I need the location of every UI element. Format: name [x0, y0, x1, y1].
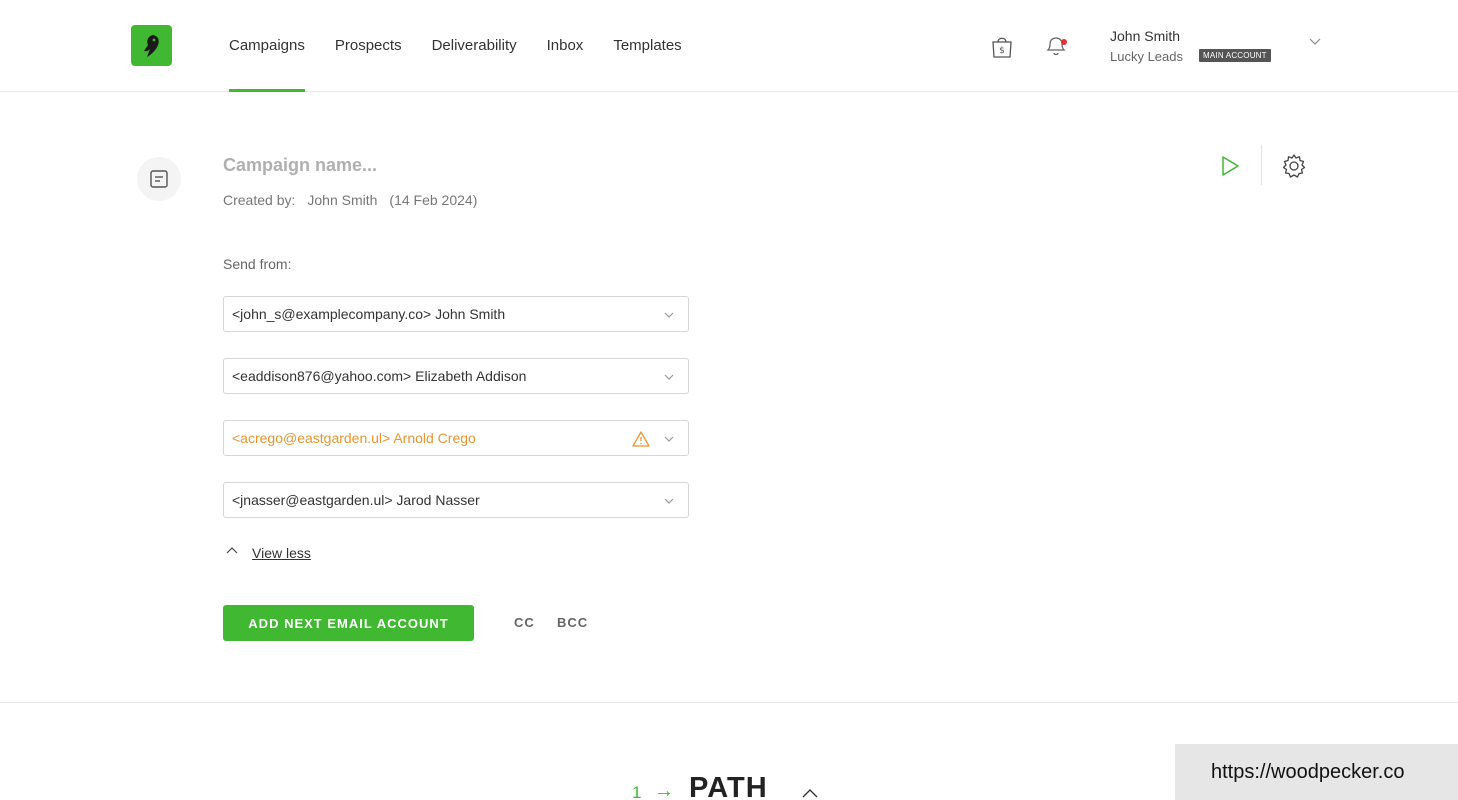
nav-deliverability[interactable]: Deliverability [432, 0, 517, 92]
chevron-down-icon [662, 432, 676, 446]
bcc-button[interactable]: BCC [557, 615, 588, 630]
created-by-label: Created by: [223, 192, 296, 208]
path-arrow: → [654, 780, 674, 800]
view-less-label: View less [252, 544, 311, 561]
bell-icon[interactable] [1043, 33, 1069, 59]
nav-campaigns[interactable]: Campaigns [229, 0, 305, 92]
svg-text:$: $ [999, 46, 1005, 56]
sender-select-2[interactable]: <eaddison876@yahoo.com> Elizabeth Addiso… [223, 358, 689, 394]
nav-prospects[interactable]: Prospects [335, 0, 402, 92]
chevron-up-icon [224, 543, 240, 562]
main-nav: Campaigns Prospects Deliverability Inbox… [229, 0, 712, 92]
created-by-info: Created by: John Smith (14 Feb 2024) [223, 192, 477, 208]
created-date: (14 Feb 2024) [389, 192, 478, 208]
cc-button[interactable]: CC [514, 615, 535, 630]
top-header: Campaigns Prospects Deliverability Inbox… [0, 0, 1458, 92]
path-step-number: 1 [632, 783, 642, 800]
user-name[interactable]: John Smith [1110, 28, 1180, 44]
send-from-label: Send from: [223, 256, 292, 272]
add-next-email-account-button[interactable]: ADD NEXT EMAIL ACCOUNT [223, 605, 474, 641]
chevron-down-icon [662, 370, 676, 384]
url-overlay: https://woodpecker.co [1175, 744, 1458, 800]
view-less-link[interactable]: View less [224, 543, 311, 562]
created-by-name: John Smith [307, 192, 378, 208]
chevron-down-icon [662, 308, 676, 322]
toolbar-divider [1261, 145, 1262, 185]
campaign-document-icon [137, 157, 181, 201]
play-icon[interactable] [1217, 153, 1243, 179]
sender-value: <john_s@examplecompany.co> John Smith [232, 306, 506, 322]
user-menu-chevron-down-icon[interactable] [1306, 32, 1324, 50]
sender-select-1[interactable]: <john_s@examplecompany.co> John Smith [223, 296, 689, 332]
nav-templates[interactable]: Templates [613, 0, 681, 92]
url-text: https://woodpecker.co [1211, 760, 1405, 783]
sender-select-3[interactable]: <acrego@eastgarden.ul> Arnold Crego [223, 420, 689, 456]
path-title: PATH [689, 772, 768, 800]
user-organization: Lucky Leads [1110, 49, 1183, 64]
shopping-bag-icon[interactable]: $ [989, 33, 1015, 59]
path-collapse-chevron-up-icon[interactable] [800, 786, 820, 800]
chevron-down-icon [662, 494, 676, 508]
main-account-badge: MAIN ACCOUNT [1199, 49, 1271, 62]
nav-inbox[interactable]: Inbox [547, 0, 584, 92]
section-divider [0, 702, 1458, 703]
logo-icon[interactable] [131, 25, 172, 66]
gear-icon[interactable] [1281, 153, 1307, 179]
sender-value: <acrego@eastgarden.ul> Arnold Crego [232, 430, 476, 446]
sender-value: <jnasser@eastgarden.ul> Jarod Nasser [232, 492, 480, 508]
sender-select-4[interactable]: <jnasser@eastgarden.ul> Jarod Nasser [223, 482, 689, 518]
sender-value: <eaddison876@yahoo.com> Elizabeth Addiso… [232, 368, 527, 384]
warning-icon[interactable] [632, 430, 650, 448]
campaign-name-input[interactable]: Campaign name... [223, 155, 377, 176]
